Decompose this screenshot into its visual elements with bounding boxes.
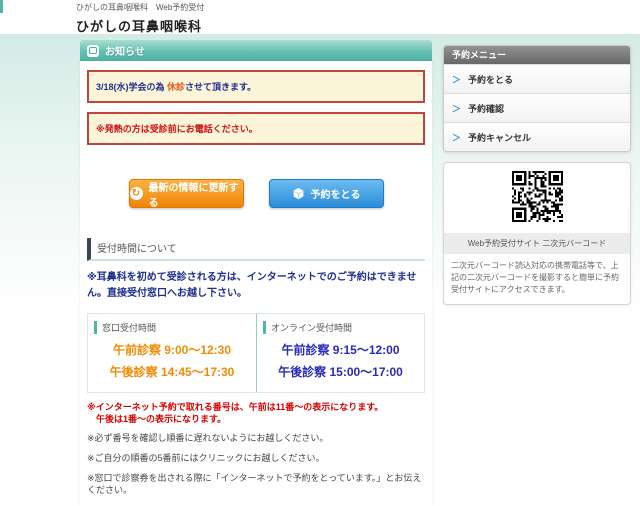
hours-section-title: 受付時間について	[87, 238, 425, 261]
closure-notice-suffix: させて頂きます。	[185, 82, 256, 92]
first-visit-warning: ※耳鼻科を初めて受診される方は、インターネットでのご予約はできません。直接受付窓…	[87, 270, 425, 301]
note-tell-window: ※窓口で診察券を出される際に「インターネットで予約をとっています。」とお伝えくだ…	[87, 473, 425, 496]
window-hours-column: 窓口受付時間 午前診察 9:00～12:30 午後診察 14:45～17:30	[88, 314, 256, 392]
reservation-menu: 予約メニュー ＞ 予約をとる ＞ 予約確認 ＞ 予約キャンセル	[443, 45, 631, 152]
window-hours-title: 窓口受付時間	[94, 321, 250, 334]
qr-code-image	[512, 171, 563, 222]
menu-item-reserve[interactable]: ＞ 予約をとる	[444, 64, 630, 93]
online-hours-pm: 午後診察 15:00～17:00	[263, 362, 418, 384]
chevron-right-icon: ＞	[452, 73, 461, 86]
menu-item-cancel[interactable]: ＞ 予約キャンセル	[444, 122, 630, 151]
news-section-title: お知らせ	[105, 43, 145, 58]
closure-notice: 3/18(水)学会の為 休診させて頂きます。	[87, 70, 425, 103]
clinic-name-title: ひがしの耳鼻咽喉科	[76, 16, 202, 35]
number-display-note: ※インターネット予約で取れる番号は、午前は11番～の表示になります。 午後は1番…	[87, 401, 425, 425]
chevron-right-icon: ＞	[452, 102, 461, 115]
qr-description: 二次元バーコード読込対応の携帯電話等で、上記の二次元バーコードを撮影すると簡単に…	[444, 254, 630, 304]
online-hours-column: オンライン受付時間 午前診察 9:15～12:00 午後診察 15:00～17:…	[256, 314, 424, 392]
menu-item-confirm[interactable]: ＞ 予約確認	[444, 93, 630, 122]
refresh-button-label: 最新の情報に更新する	[149, 179, 243, 209]
action-buttons-row: ↻ 最新の情報に更新する 予約をとる	[87, 179, 425, 208]
reception-hours-box: 窓口受付時間 午前診察 9:00～12:30 午後診察 14:45～17:30 …	[87, 313, 425, 393]
fever-notice-text: ※発熱の方は受診前にお電話ください。	[96, 124, 258, 134]
online-hours-title: オンライン受付時間	[263, 321, 418, 334]
reserve-button[interactable]: 予約をとる	[269, 179, 384, 208]
site-header: ひがしの耳鼻咽喉科	[0, 13, 640, 34]
closure-notice-prefix: 3/18(水)学会の為	[96, 82, 167, 92]
cube-icon	[292, 187, 305, 200]
qr-code-panel: Web予約受付サイト 二次元バーコード 二次元バーコード読込対応の携帯電話等で、…	[443, 162, 631, 305]
chevron-right-icon: ＞	[452, 131, 461, 144]
top-title-bar: ひがしの耳鼻咽喉科 Web予約受付	[0, 0, 640, 13]
news-section-header: お知らせ	[80, 40, 432, 61]
sidebar: 予約メニュー ＞ 予約をとる ＞ 予約確認 ＞ 予約キャンセル Web予約受付サ…	[443, 45, 631, 305]
main-column: お知らせ 3/18(水)学会の為 休診させて頂きます。 ※発熱の方は受診前にお電…	[80, 40, 432, 506]
main-panel: 3/18(水)学会の為 休診させて頂きます。 ※発熱の方は受診前にお電話ください…	[80, 61, 432, 506]
note-arrive-early: ※ご自分の順番の5番前にはクリニックにお越しください。	[87, 453, 425, 465]
page-breadcrumb: ひがしの耳鼻咽喉科 Web予約受付	[76, 2, 204, 13]
menu-item-reserve-label: 予約をとる	[468, 73, 513, 86]
closure-notice-highlight: 休診	[167, 82, 185, 92]
refresh-icon: ↻	[130, 187, 143, 200]
reserve-button-label: 予約をとる	[311, 186, 361, 201]
qr-caption: Web予約受付サイト 二次元バーコード	[444, 233, 630, 254]
online-hours-am: 午前診察 9:15～12:00	[263, 340, 418, 362]
number-display-note-line2: 午後は1番～の表示になります。	[87, 413, 425, 425]
refresh-button[interactable]: ↻ 最新の情報に更新する	[129, 179, 244, 208]
reservation-menu-title: 予約メニュー	[444, 46, 630, 64]
fever-notice: ※発熱の方は受診前にお電話ください。	[87, 112, 425, 145]
corner-accent-strip	[0, 0, 3, 13]
menu-item-cancel-label: 予約キャンセル	[468, 131, 531, 144]
speech-bubble-icon	[87, 45, 99, 57]
number-display-note-line1: ※インターネット予約で取れる番号は、午前は11番～の表示になります。	[87, 401, 425, 413]
menu-item-confirm-label: 予約確認	[468, 102, 504, 115]
note-check-number: ※必ず番号を確認し順番に遅れないようにお越しください。	[87, 433, 425, 445]
qr-code-wrap	[444, 163, 630, 233]
window-hours-am: 午前診察 9:00～12:30	[94, 340, 250, 362]
window-hours-pm: 午後診察 14:45～17:30	[94, 362, 250, 384]
